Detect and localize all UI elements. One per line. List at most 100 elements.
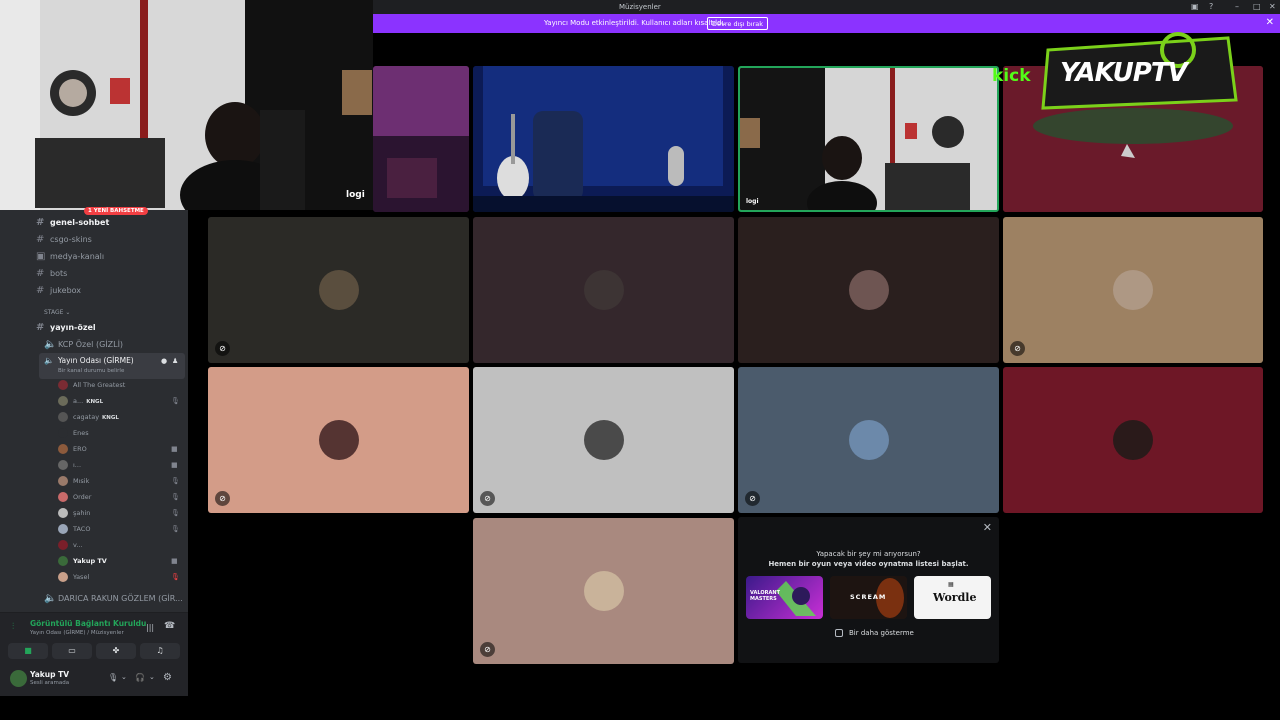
- dont-show-again-checkbox[interactable]: Bir daha gösterme: [835, 629, 914, 637]
- chat-icon[interactable]: ●: [161, 357, 167, 365]
- voice-user[interactable]: v...: [58, 540, 83, 554]
- disable-streamer-mode-button[interactable]: Devre dışı bırak: [707, 17, 768, 30]
- help-icon[interactable]: ?: [1209, 2, 1213, 11]
- voice-user[interactable]: Mısik 🎙: [58, 476, 180, 490]
- webcam-scene: [740, 68, 997, 210]
- video-tile[interactable]: ⊘: [473, 518, 734, 664]
- channel-label: genel-sohbet: [50, 218, 110, 227]
- webcam-scene: [0, 0, 373, 210]
- connection-location[interactable]: Yayın Odası (GİRME) / Müzisyenler: [30, 630, 124, 636]
- game-label: Wordle: [933, 591, 977, 604]
- channel-csgo-skins[interactable]: # csgo-skins: [36, 234, 92, 248]
- voice-user[interactable]: Order 🎙: [58, 492, 180, 506]
- video-tile[interactable]: [473, 217, 734, 363]
- maximize-icon[interactable]: □: [1253, 2, 1261, 11]
- banner-message: Yayıncı Modu etkinleştirildi. Kullanıcı …: [544, 19, 726, 27]
- soundboard-button[interactable]: ♫: [140, 643, 180, 659]
- noise-suppression-icon[interactable]: |||: [146, 623, 154, 632]
- video-tile[interactable]: ⊘: [208, 217, 469, 363]
- voice-user[interactable]: cagatay KNGL: [58, 412, 119, 426]
- hash-icon: #: [36, 234, 45, 245]
- channel-label: csgo-skins: [50, 235, 92, 244]
- channel-jukebox[interactable]: # jukebox: [36, 285, 81, 299]
- channel-genel-sohbet[interactable]: # genel-sohbet 1 YENİ BAHSETME: [36, 207, 148, 231]
- voice-user-name: şahin: [73, 509, 91, 517]
- voice-channel-darica[interactable]: 🔈 DARICA RAKUN GÖZLEM (GİR...: [44, 593, 183, 607]
- voice-user[interactable]: TACO 🎙: [58, 524, 180, 538]
- avatar: [318, 420, 359, 460]
- voice-user[interactable]: ERO ■: [58, 444, 178, 458]
- voice-user-name: ERO: [73, 445, 87, 453]
- video-tile[interactable]: ⊘: [1003, 217, 1263, 363]
- voice-user-name: All The Greatest: [73, 381, 126, 389]
- video-tile[interactable]: ⊘: [208, 367, 469, 513]
- mic-off-icon: ⊘: [480, 642, 495, 657]
- category-stage[interactable]: STAGE ⌄: [44, 309, 70, 316]
- window-title: Müzisyenler: [619, 3, 661, 11]
- screen-share-button[interactable]: ▭: [52, 643, 92, 659]
- voice-user[interactable]: Enes: [58, 428, 89, 442]
- current-user-name[interactable]: Yakup TV: [30, 670, 69, 679]
- add-user-icon[interactable]: ♟: [172, 357, 178, 365]
- signal-icon[interactable]: ⫶: [12, 622, 14, 632]
- game-card-scream[interactable]: SCREAM: [830, 576, 907, 619]
- video-tile-guitar-room[interactable]: [473, 66, 734, 212]
- window-close-icon[interactable]: ✕: [1269, 2, 1276, 11]
- mic-off-icon: ⊘: [1010, 341, 1025, 356]
- mic-off-icon: 🎙: [171, 509, 180, 517]
- activity-headline: Yapacak bir şey mi arıyorsun?: [816, 550, 921, 558]
- game-card-wordle[interactable]: ▦ Wordle: [914, 576, 991, 619]
- avatar: [318, 270, 359, 310]
- video-tile[interactable]: [738, 217, 999, 363]
- avatar: [848, 270, 889, 310]
- mic-off-icon: 🎙: [171, 525, 180, 533]
- disconnect-icon[interactable]: ☎: [164, 621, 175, 631]
- camera-button[interactable]: ■: [8, 643, 48, 659]
- avatar: [58, 428, 68, 438]
- chevron-down-icon[interactable]: ⌄: [149, 673, 155, 681]
- voice-channel-status[interactable]: Bir kanal durumu belirle: [58, 368, 124, 374]
- voice-channel-kcp[interactable]: 🔈 KCP Özel (GİZLİ): [44, 339, 123, 353]
- voice-user[interactable]: Yasel 🎙: [58, 572, 180, 586]
- video-tile[interactable]: ⊘: [738, 367, 999, 513]
- channel-yayin-ozel[interactable]: # yayın-özel: [36, 322, 96, 336]
- avatar: [583, 571, 624, 611]
- voice-user-name: Yasel: [73, 573, 90, 581]
- close-icon[interactable]: ✕: [1266, 17, 1274, 28]
- kick-logo-text: kick: [992, 66, 1031, 86]
- minimize-icon[interactable]: –: [1235, 2, 1239, 11]
- chevron-down-icon[interactable]: ⌄: [121, 673, 127, 681]
- mic-off-icon: ⊘: [480, 491, 495, 506]
- video-tile[interactable]: [1003, 367, 1263, 513]
- video-tile[interactable]: ⊘: [473, 367, 734, 513]
- microphone-icon[interactable]: 🎙: [108, 673, 118, 682]
- voice-user[interactable]: All The Greatest: [58, 380, 125, 394]
- voice-user[interactable]: Yakup TV ■: [58, 556, 178, 570]
- window-titlebar: Müzisyenler ▣ ? – □ ✕: [373, 0, 1280, 14]
- voice-channel-active[interactable]: 🔈 Yayın Odası (GİRME) Bir kanal durumu b…: [39, 353, 185, 379]
- channel-label: bots: [50, 269, 68, 278]
- voice-user[interactable]: ı... ■: [58, 460, 178, 474]
- avatar[interactable]: [10, 670, 27, 687]
- inbox-icon[interactable]: ▣: [1191, 2, 1199, 11]
- voice-user[interactable]: a... KNGL 🎙: [58, 396, 180, 410]
- video-tile-yakup-tv[interactable]: logi: [738, 66, 999, 212]
- mic-off-icon: 🎙: [171, 477, 180, 485]
- mention-badge[interactable]: 1 YENİ BAHSETME: [84, 207, 148, 215]
- channel-medya-kanali[interactable]: ▣ medya-kanalı: [36, 251, 104, 265]
- headphones-icon[interactable]: 🎧: [135, 673, 145, 682]
- channel-bots[interactable]: # bots: [36, 268, 67, 282]
- voice-user-name: Order: [73, 493, 92, 501]
- game-card-valorant[interactable]: VALORANT MASTERS: [746, 576, 823, 619]
- close-icon[interactable]: ✕: [983, 521, 992, 534]
- voice-user-name: Yakup TV: [73, 557, 107, 565]
- activities-button[interactable]: ✤: [96, 643, 136, 659]
- video-tile-streamer-room[interactable]: [373, 66, 469, 212]
- avatar: [58, 476, 68, 486]
- voice-user-name: v...: [73, 541, 83, 549]
- gear-icon[interactable]: ⚙: [163, 672, 172, 683]
- mic-off-icon: 🎙: [171, 493, 180, 501]
- avatar: [1113, 420, 1153, 460]
- clan-tag: KNGL: [102, 415, 119, 421]
- voice-user[interactable]: şahin 🎙: [58, 508, 180, 522]
